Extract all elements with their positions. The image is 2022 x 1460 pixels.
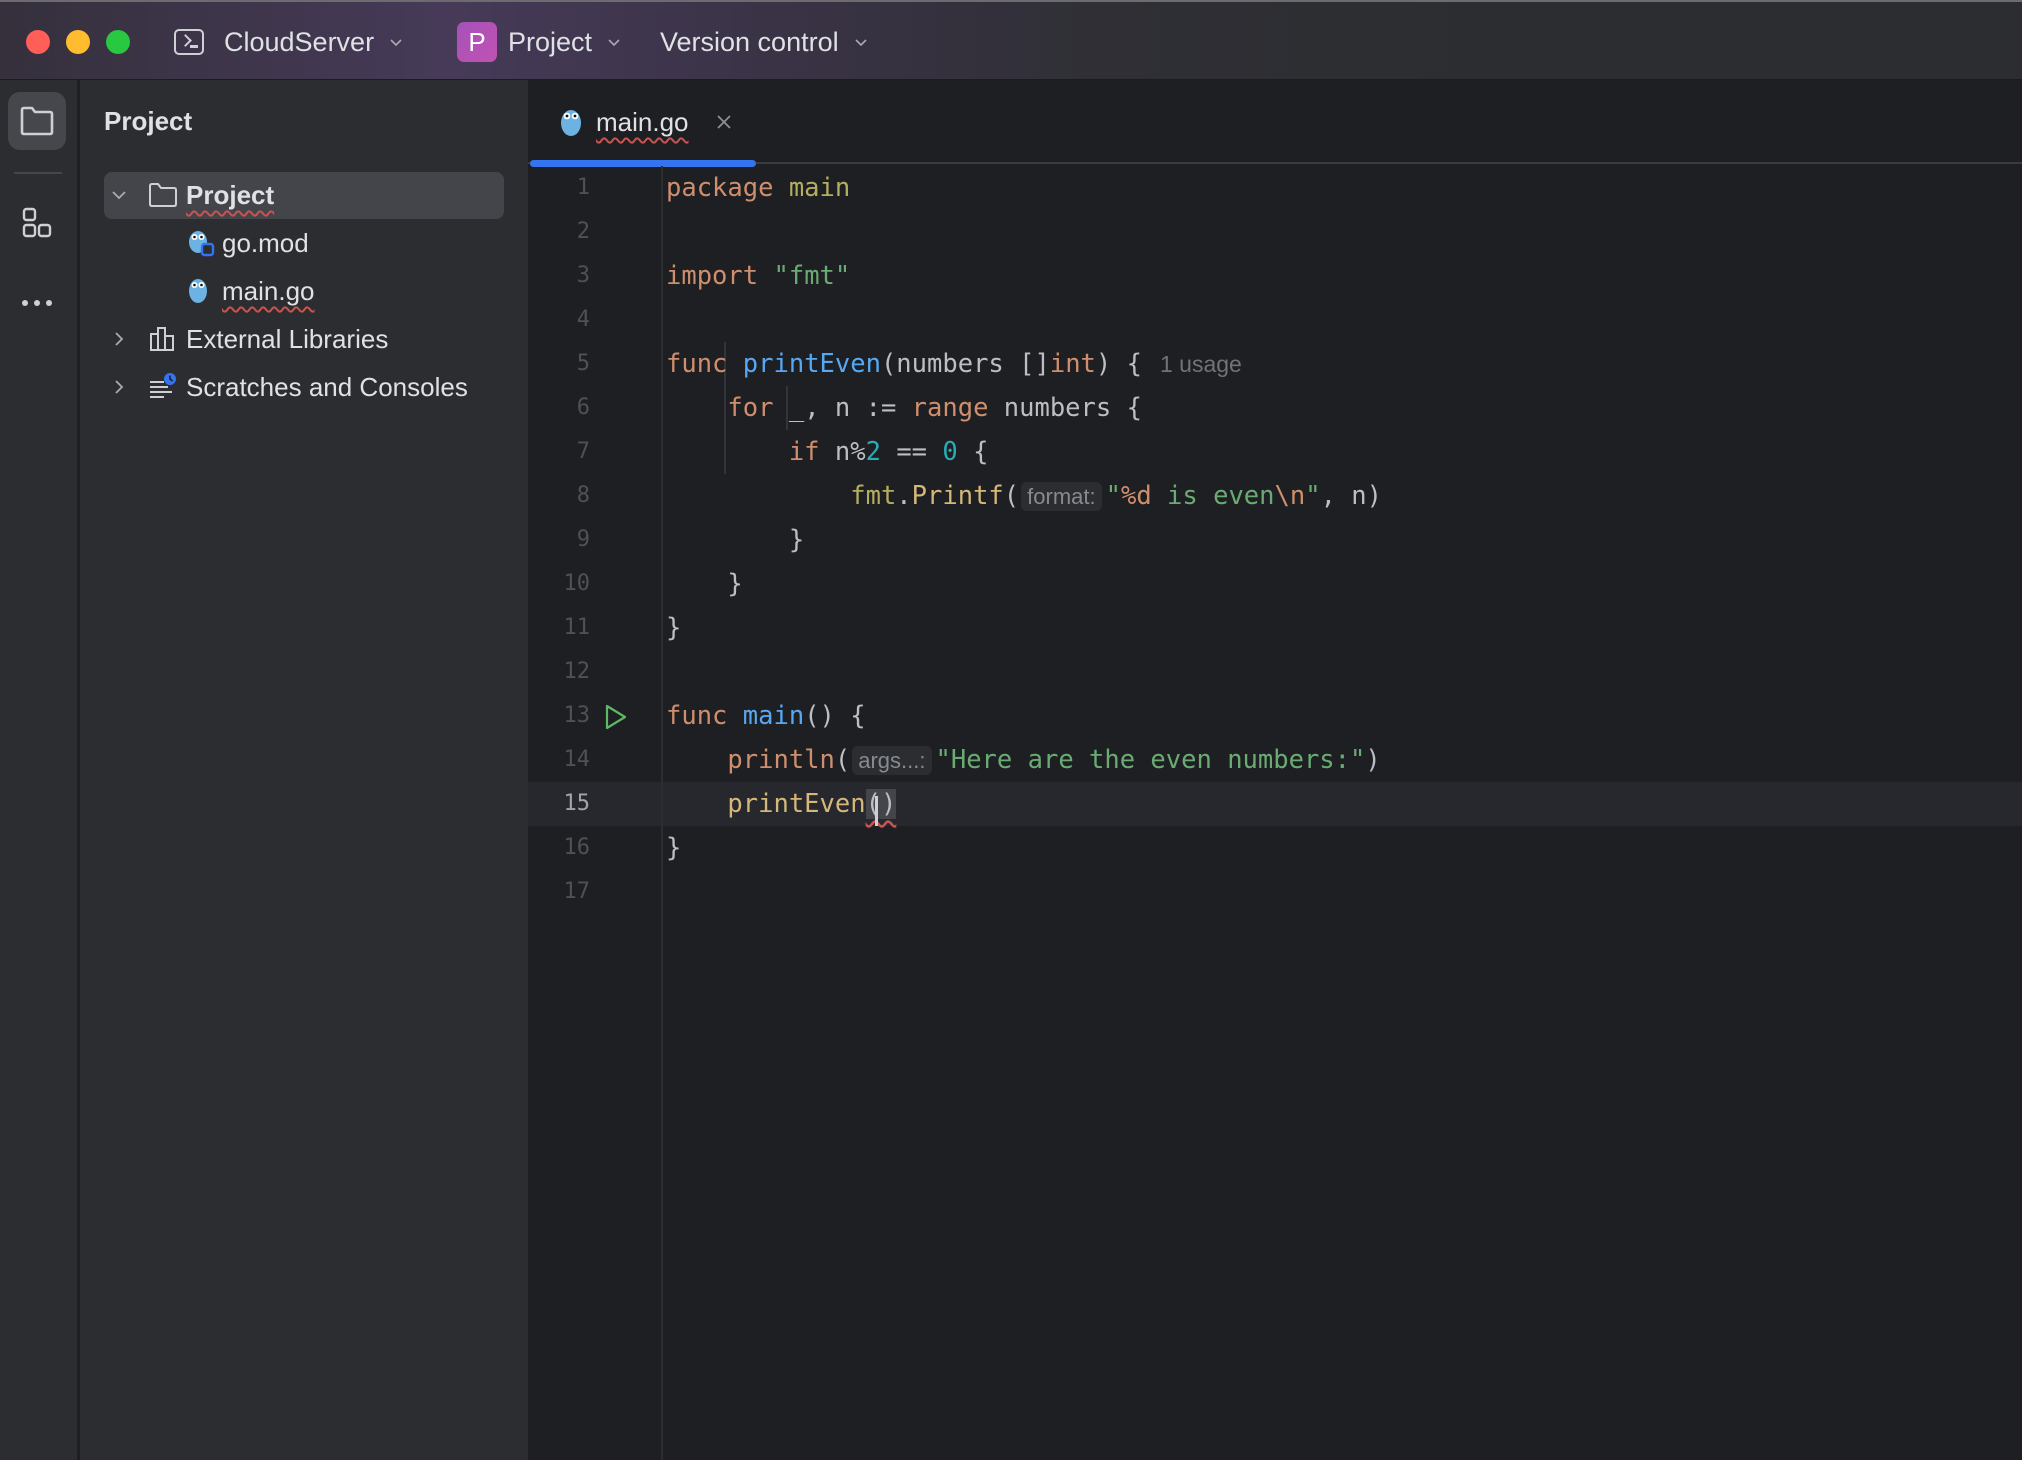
line-number: 6 (576, 395, 590, 420)
tree-item-label: Project (186, 180, 275, 210)
chevron-right-icon[interactable] (110, 378, 128, 396)
chevron-down-icon[interactable] (110, 186, 128, 204)
tree-item-external-libraries[interactable]: External Libraries (104, 316, 504, 363)
line-number: 2 (576, 219, 590, 244)
line-number: 14 (563, 747, 591, 772)
window-maximize-button[interactable] (106, 30, 130, 54)
chevron-down-icon (608, 39, 620, 47)
window-minimize-button[interactable] (66, 30, 90, 54)
gomod-file-icon (189, 231, 215, 257)
project-tool-button[interactable] (8, 92, 66, 150)
project-selector-label: Project (508, 26, 593, 57)
tab-main-go[interactable]: main.go (528, 80, 756, 167)
line-number: 13 (563, 703, 591, 728)
code-line: 15 printEven() (528, 782, 2022, 826)
code-line: 1 package main (528, 166, 2022, 210)
code-line: 7 if n%2 == 0 { (528, 430, 2022, 474)
code-line: 12 (528, 650, 2022, 694)
project-widget-dropdown[interactable]: CloudServer (174, 20, 404, 64)
project-widget-label: CloudServer (224, 26, 375, 57)
code-line: 5 func printEven(numbers []int) {1 usage (528, 342, 2022, 386)
close-icon[interactable] (714, 112, 734, 132)
code-line: 11 } (528, 606, 2022, 650)
structure-tool-button[interactable] (8, 194, 66, 252)
go-file-icon (189, 279, 207, 303)
window-close-button[interactable] (26, 30, 50, 54)
code-line: 6 for _, n := range numbers { (528, 386, 2022, 430)
code-line: 16 } (528, 826, 2022, 870)
tree-item-main-go[interactable]: main.go (104, 268, 504, 315)
tool-window-strip (0, 80, 79, 1460)
code-line: 3 import "fmt" (528, 254, 2022, 298)
line-number: 10 (563, 571, 591, 596)
vcs-dropdown[interactable]: Version control (660, 20, 869, 64)
code-line: 14 println(args...: "Here are the even nu… (528, 738, 2022, 782)
code-line: 4 (528, 298, 2022, 342)
run-icon[interactable] (604, 704, 628, 730)
more-icon (22, 300, 52, 306)
scratches-icon (150, 373, 176, 398)
error-highlight: () (865, 789, 897, 826)
line-number: 3 (576, 263, 590, 288)
line-number: 12 (563, 659, 591, 684)
code-line: 8 fmt.Printf(format: "%d is even\n", n) (528, 474, 2022, 518)
tree-item-go-mod[interactable]: go.mod (104, 220, 504, 267)
code-line: 17 (528, 870, 2022, 914)
structure-icon (22, 207, 52, 238)
line-number: 4 (576, 307, 590, 332)
folder-icon (20, 106, 54, 136)
terminal-icon (174, 29, 204, 55)
project-selector-dropdown[interactable]: P Project (457, 20, 622, 64)
line-number: 17 (563, 879, 591, 904)
more-tools-button[interactable] (8, 274, 66, 332)
project-panel: Project Project go.mod main.go External … (80, 80, 528, 1460)
libraries-icon (150, 327, 174, 351)
project-badge: P (457, 22, 497, 62)
usages-inlay-hint[interactable]: 1 usage (1160, 351, 1242, 377)
title-bar: CloudServer P Project Version control (0, 0, 2022, 80)
code-editor[interactable]: 1 package main 2 3 import "fmt" 4 5 func… (528, 166, 2022, 1460)
go-file-icon (561, 110, 581, 136)
line-number: 1 (576, 175, 590, 200)
parameter-hint: args...: (852, 746, 932, 775)
chevron-down-icon (855, 39, 867, 47)
code-line: 13 func main() { (528, 694, 2022, 738)
code-line: 10 } (528, 562, 2022, 606)
vcs-label: Version control (660, 26, 839, 57)
chevron-right-icon[interactable] (110, 330, 128, 348)
line-number: 9 (576, 527, 590, 552)
tree-item-label: go.mod (222, 228, 309, 258)
line-number: 11 (563, 615, 591, 640)
editor: main.go 1 package main 2 3 import "fmt" … (528, 80, 2022, 1460)
code-line: 9 } (528, 518, 2022, 562)
folder-icon (149, 183, 177, 207)
tab-label: main.go (596, 107, 689, 137)
panel-title: Project (104, 106, 193, 136)
tree-item-project[interactable]: Project (104, 172, 504, 219)
text-caret (874, 796, 878, 826)
editor-tab-bar: main.go (528, 80, 2022, 167)
parameter-hint: format: (1021, 482, 1102, 511)
line-number: 7 (576, 439, 590, 464)
toolstrip-divider (14, 172, 62, 174)
code-line: 2 (528, 210, 2022, 254)
line-number: 16 (563, 835, 591, 860)
tree-item-label: main.go (222, 276, 315, 306)
line-number: 5 (576, 351, 590, 376)
tree-item-scratches[interactable]: Scratches and Consoles (104, 364, 504, 411)
chevron-down-icon (390, 39, 402, 47)
tree-item-label: Scratches and Consoles (186, 372, 468, 402)
tree-item-label: External Libraries (186, 324, 389, 354)
line-number: 15 (563, 791, 591, 816)
line-number: 8 (576, 483, 590, 508)
